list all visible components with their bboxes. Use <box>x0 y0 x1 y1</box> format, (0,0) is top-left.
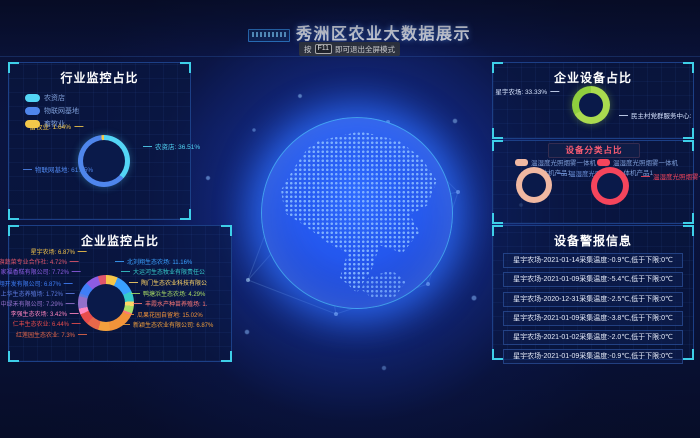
alarm-panel-title: 设备警报信息 <box>493 226 693 249</box>
enterprise-panel-title: 企业监控占比 <box>9 226 231 249</box>
dashboard: 秀洲区农业大数据展示 按 F11 即可退出全屏模式 行业监控占比 农资店 物联网… <box>0 0 700 438</box>
alarm-row: 星宇农场-2021-01-14采集温度:-0.9℃,低于下限:0℃ <box>503 253 683 268</box>
globe-continent-dots <box>262 118 452 308</box>
chart-label: 鸭塘浜生态农场: 4.29% <box>131 292 205 299</box>
legend-item[interactable]: 农资店 <box>25 91 79 104</box>
industry-donut-chart[interactable] <box>78 135 130 187</box>
chart-label: 翔开发有限公司: 6.87% <box>0 282 73 289</box>
chart-label: 星宇农场: 33.33% <box>495 89 559 97</box>
legend-swatch <box>515 159 528 166</box>
classify-legend-left[interactable]: 温湿度光照烟雾一体机 <box>515 157 596 167</box>
chart-label: 温湿度光照烟雾一 <box>641 174 700 182</box>
alarm-row: 星宇农场-2021-01-09采集温度:-5.4℃,低于下限:0℃ <box>503 272 683 287</box>
donut-hole <box>87 284 125 322</box>
chart-label: 物联网基地: 61.85% <box>23 167 93 175</box>
globe <box>226 82 486 342</box>
chart-label: 家福香糕有限公司: 7.72% <box>1 270 81 277</box>
device-classify-panel: 设备分类占比 温湿度光照烟雾一体机 一体机产品1 温湿度光照烟雾一 温湿度光照烟… <box>492 140 694 224</box>
chart-label: 新颖生态农业有限公司: 6.87% <box>121 323 213 330</box>
chart-label: 上华生态养殖场: 1.72% <box>1 292 75 299</box>
chart-label: 大运河生态牧业有限责任公 <box>121 270 205 277</box>
chart-label: 北刘翔生态农场: 11.16% <box>115 260 192 267</box>
alarm-row: 星宇农场-2020-12-31采集温度:-2.5℃,低于下限:0℃ <box>503 292 683 307</box>
industry-monitor-panel: 行业监控占比 农资店 物联网基地 畜牧业 畜牧业: 1.64%农资店: 36.5… <box>8 62 191 220</box>
page-title: 秀洲区农业大数据展示 <box>296 20 471 44</box>
chart-label: 畜牧业: 1.64% <box>29 124 83 132</box>
chart-label: 陶门生态农业科技有限公 <box>129 281 207 288</box>
legend-swatch <box>25 107 40 115</box>
legend-label: 物联网基地 <box>44 106 79 116</box>
legend-swatch <box>597 159 610 166</box>
alarm-row: 星宇农场-2021-01-09采集温度:-0.9℃,低于下限:0℃ <box>503 349 683 364</box>
legend-label: 温湿度光照烟雾一体机 <box>531 157 596 167</box>
alarm-row: 星宇农场-2021-01-02采集温度:-2.0℃,低于下限:0℃ <box>503 330 683 345</box>
industry-panel-title: 行业监控占比 <box>9 63 190 86</box>
alarm-row: 星宇农场-2021-01-09采集温度:-3.8℃,低于下限:0℃ <box>503 311 683 326</box>
chart-label: 民主村党群服务中心: <box>619 113 691 121</box>
fullscreen-toast: 按 F11 即可退出全屏模式 <box>299 42 400 56</box>
legend-label: 农资店 <box>44 93 65 103</box>
chart-label: 中绿禾有限公司: 7.29% <box>1 302 75 309</box>
chart-label: 农资店: 36.51% <box>143 144 200 152</box>
chart-label: 丰霞水产种苗养殖场: 1. <box>133 302 207 309</box>
device-panel-title: 企业设备占比 <box>493 63 693 86</box>
device-donut-chart[interactable] <box>572 86 610 124</box>
header-divider <box>0 56 700 57</box>
chart-label: 仁丰生态农业: 6.44% <box>13 322 81 329</box>
legend-item[interactable]: 物联网基地 <box>25 104 79 117</box>
chart-label: 红旗蔬菜专业合作社: 4.72% <box>0 260 79 267</box>
chart-label: 瓜果花园自留地: 15.02% <box>125 313 203 320</box>
enterprise-monitor-panel: 企业监控占比 星宇农场: 6.87%红旗蔬菜专业合作社: 4.72%家福香糕有限… <box>8 225 232 362</box>
donut-hole <box>83 140 125 182</box>
toast-prefix: 按 <box>304 44 312 55</box>
donut-hole <box>597 173 623 199</box>
chart-label: 星宇农场: 6.87% <box>31 250 87 257</box>
legend-label: 温湿度光照烟雾一体机 <box>613 157 678 167</box>
device-ratio-panel: 企业设备占比 星宇农场: 33.33% 民主村党群服务中心: <box>492 62 694 139</box>
toast-suffix: 即可退出全屏模式 <box>335 44 395 55</box>
device-alarm-panel: 设备警报信息 星宇农场-2021-01-14采集温度:-0.9℃,低于下限:0℃… <box>492 225 694 360</box>
chart-label: 红莲园生态农业: 7.3% <box>16 333 87 340</box>
classify-title: 设备分类占比 <box>548 143 640 158</box>
header-logo-badge <box>248 29 290 42</box>
globe-sphere <box>261 117 453 309</box>
alarm-list: 星宇农场-2021-01-14采集温度:-0.9℃,低于下限:0℃ 星宇农场-20… <box>503 253 683 369</box>
classify-donut-left[interactable] <box>516 167 552 203</box>
f11-key-badge: F11 <box>315 44 333 54</box>
classify-legend-right[interactable]: 温湿度光照烟雾一体机 <box>597 157 678 167</box>
classify-donut-right[interactable] <box>591 167 629 205</box>
donut-hole <box>579 93 603 117</box>
legend-swatch <box>25 94 40 102</box>
donut-hole <box>522 173 546 197</box>
chart-label: 李强生态农场: 3.42% <box>11 312 79 319</box>
